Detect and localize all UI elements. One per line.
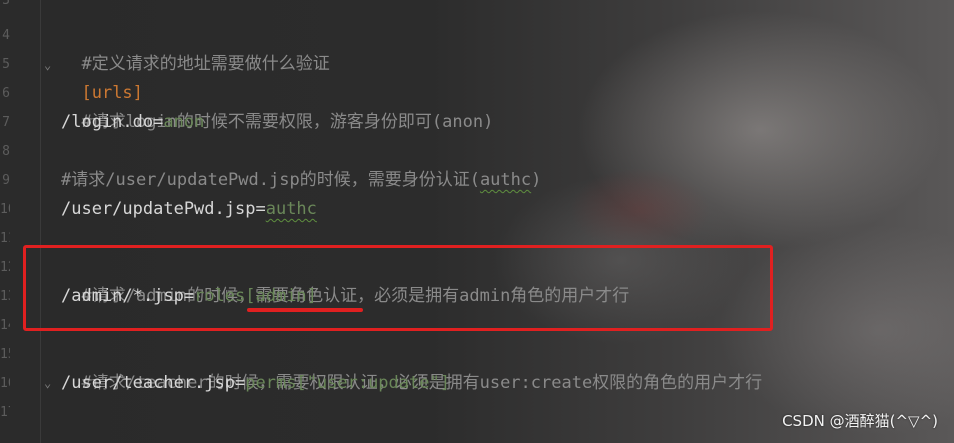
filter-value: perms["user:update"] [245, 373, 450, 393]
comment-text: ) [531, 170, 542, 190]
line-number: 10 [0, 202, 10, 217]
code-line[interactable]: #请求/teacher的时候，需要权限认证，必须是拥有user:create权限… [61, 340, 762, 393]
line-number: 14 [0, 318, 10, 333]
code-line[interactable]: [urls] [61, 50, 142, 103]
filter-value: authc [265, 199, 317, 219]
url-pattern: /user/updatePwd.jsp [61, 199, 256, 219]
comment-text: #请求/user/updatePwd.jsp的时候，需要身份认证( [61, 170, 480, 190]
code-line[interactable]: #请求login的时候不需要权限，游客身份即可(anon) [61, 79, 493, 132]
line-number: 17 [0, 405, 10, 420]
equals-sign: = [255, 199, 266, 219]
url-pattern: /user/teacher.jsp [61, 373, 235, 393]
line-number: 13 [0, 289, 10, 304]
fold-marker-icon[interactable]: ⌄ [44, 376, 54, 390]
filter-value: anon [163, 112, 205, 132]
highlight-box [23, 245, 773, 331]
code-line[interactable]: /user/updatePwd.jsp=authc [61, 195, 317, 224]
line-number: 11 [0, 231, 10, 246]
code-line[interactable]: #请求/user/updatePwd.jsp的时候，需要身份认证(authc) [61, 166, 541, 195]
gutter-divider [40, 0, 41, 443]
watermark: CSDN @酒醉猫(^▽^) [782, 412, 938, 430]
line-number: 6 [2, 86, 10, 101]
code-line[interactable]: /user/teacher.jsp=perms["user:update"] [61, 369, 450, 398]
line-number: 5 [2, 57, 10, 72]
line-number: 15 [0, 347, 10, 362]
line-number: 16 [0, 376, 10, 391]
comment-text: authc [479, 170, 532, 190]
equals-sign: = [235, 373, 246, 393]
equals-sign: = [153, 112, 164, 132]
fold-marker-icon[interactable]: ⌄ [44, 58, 54, 72]
line-number: 12 [0, 260, 10, 275]
code-line[interactable]: /login.do=anon [61, 108, 204, 137]
highlight-underline [247, 308, 363, 312]
code-line[interactable]: #定义请求的地址需要做什么验证 [61, 21, 329, 74]
line-number: 4 [2, 28, 10, 43]
line-number: 7 [2, 115, 10, 130]
line-number: 8 [2, 144, 10, 159]
line-number-gutter: 3 4 5 6 7 8 9 10 11 12 13 14 15 16 17 [0, 0, 40, 443]
line-number: 3 [2, 0, 10, 8]
line-number: 9 [2, 173, 10, 188]
url-pattern: /login.do [61, 112, 154, 132]
